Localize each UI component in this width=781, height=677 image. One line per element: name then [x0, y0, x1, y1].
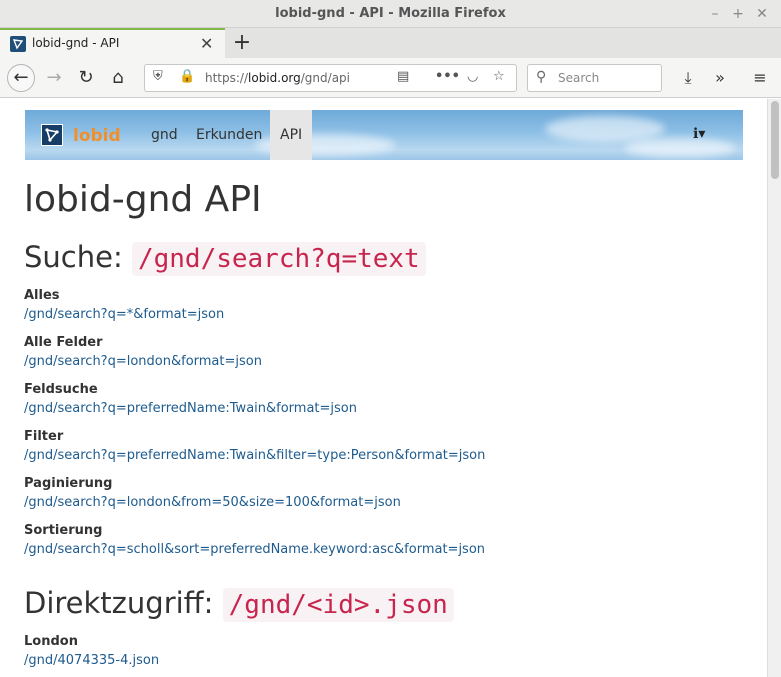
forward-button[interactable]: →: [40, 64, 68, 92]
tab-strip: lobid-gnd - API ✕ +: [0, 28, 781, 58]
page-viewport: lobid gnd Erkunden API ℹ▾ lobid-gnd API …: [0, 99, 767, 677]
list-item: London /gnd/4074335-4.json: [24, 634, 159, 668]
item-link[interactable]: /gnd/search?q=preferredName:Twain&format…: [24, 401, 357, 416]
hamburger-menu-icon[interactable]: ≡: [749, 68, 771, 87]
item-link[interactable]: /gnd/search?q=scholl&sort=preferredName.…: [24, 542, 485, 557]
home-button[interactable]: ⌂: [104, 64, 132, 92]
tab-close-icon[interactable]: ✕: [200, 34, 213, 53]
overflow-chevron-icon[interactable]: »: [709, 68, 731, 87]
cloud-decoration: [625, 138, 735, 158]
item-link[interactable]: /gnd/search?q=london&format=json: [24, 354, 262, 369]
item-link[interactable]: /gnd/search?q=*&format=json: [24, 307, 224, 322]
search-heading-text: Suche:: [24, 240, 123, 274]
item-label: Paginierung: [24, 476, 113, 491]
url-path: /gnd/api: [300, 71, 350, 85]
item-label: Alles: [24, 288, 60, 303]
search-icon: ⚲: [536, 69, 547, 85]
list-item: Feldsuche /gnd/search?q=preferredName:Tw…: [24, 382, 357, 416]
list-item: Alles /gnd/search?q=*&format=json: [24, 288, 224, 322]
page-title: lobid-gnd API: [24, 179, 262, 220]
minimize-icon[interactable]: –: [705, 4, 725, 24]
site-navbar: lobid gnd Erkunden API ℹ▾: [25, 110, 743, 160]
item-label: London: [24, 634, 78, 649]
close-window-icon[interactable]: ✕: [752, 4, 772, 24]
search-input[interactable]: ⚲ Search: [527, 64, 662, 92]
window-title: lobid-gnd - API - Mozilla Firefox: [275, 6, 506, 21]
info-dropdown-icon[interactable]: ℹ▾: [693, 126, 705, 142]
url-host: lobid.org: [248, 71, 301, 85]
search-code: /gnd/search?q=text: [131, 242, 426, 276]
lobid-logo-icon[interactable]: [41, 124, 63, 146]
direct-code: /gnd/<id>.json: [222, 588, 454, 622]
direct-section-heading: Direktzugriff: /gnd/<id>.json: [24, 586, 454, 622]
reader-view-icon[interactable]: ▤: [397, 69, 409, 84]
maximize-icon[interactable]: +: [728, 4, 748, 24]
item-link[interactable]: /gnd/search?q=preferredName:Twain&filter…: [24, 448, 485, 463]
site-brand[interactable]: lobid: [73, 126, 121, 146]
item-label: Alle Felder: [24, 335, 103, 350]
direct-heading-text: Direktzugriff:: [24, 586, 214, 620]
tab-title: lobid-gnd - API: [32, 36, 120, 50]
list-item: Sortierung /gnd/search?q=scholl&sort=pre…: [24, 523, 485, 557]
pocket-icon[interactable]: ◡: [467, 69, 478, 84]
item-label: Feldsuche: [24, 382, 98, 397]
list-item: Paginierung /gnd/search?q=london&from=50…: [24, 476, 401, 510]
vertical-scrollbar[interactable]: [767, 99, 781, 677]
url-prefix: https://: [205, 71, 249, 85]
navigation-toolbar: ← → ↻ ⌂ ⛨ 🔒 https://lobid.org/gnd/api ▤ …: [0, 58, 781, 98]
item-link[interactable]: /gnd/search?q=london&from=50&size=100&fo…: [24, 495, 401, 510]
list-item: Filter /gnd/search?q=preferredName:Twain…: [24, 429, 485, 463]
site-favicon-icon: [10, 36, 26, 52]
list-item: Alle Felder /gnd/search?q=london&format=…: [24, 335, 262, 369]
url-text[interactable]: https://lobid.org/gnd/api: [205, 71, 350, 85]
window-titlebar: lobid-gnd - API - Mozilla Firefox – + ✕: [0, 0, 781, 28]
tracking-shield-icon[interactable]: ⛨: [153, 69, 163, 84]
nav-link-erkunden[interactable]: Erkunden: [196, 127, 262, 143]
url-bar[interactable]: ⛨ 🔒 https://lobid.org/gnd/api ▤ ••• ◡ ☆: [144, 64, 517, 92]
item-label: Sortierung: [24, 523, 103, 538]
scrollbar-thumb[interactable]: [771, 101, 779, 179]
cloud-decoration: [545, 116, 665, 142]
new-tab-button[interactable]: +: [231, 30, 253, 55]
search-section-heading: Suche: /gnd/search?q=text: [24, 240, 426, 276]
page-actions-icon[interactable]: •••: [435, 69, 460, 84]
nav-link-api[interactable]: API: [270, 110, 313, 160]
search-placeholder: Search: [558, 71, 600, 85]
item-link[interactable]: /gnd/4074335-4.json: [24, 653, 159, 668]
browser-tab[interactable]: lobid-gnd - API ✕: [0, 28, 225, 58]
downloads-icon[interactable]: ⤓: [677, 68, 699, 88]
reload-button[interactable]: ↻: [72, 64, 100, 92]
bookmark-star-icon[interactable]: ☆: [493, 69, 505, 84]
nav-link-gnd[interactable]: gnd: [151, 127, 178, 143]
lock-icon[interactable]: 🔒: [179, 69, 195, 84]
item-label: Filter: [24, 429, 64, 444]
back-button[interactable]: ←: [7, 64, 35, 92]
